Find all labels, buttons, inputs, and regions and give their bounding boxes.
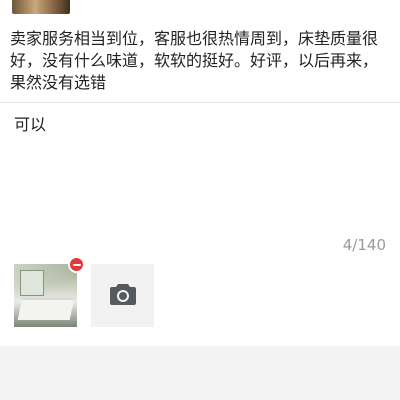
add-photo-button[interactable] — [91, 264, 154, 327]
bottom-panel — [0, 346, 400, 400]
minus-circle-icon — [72, 263, 81, 266]
reply-text-input[interactable] — [14, 114, 386, 224]
review-photo-thumbnail[interactable] — [12, 0, 70, 14]
attached-photo[interactable] — [14, 264, 77, 327]
quoted-review-text: 卖家服务相当到位，客服也很热情周到，床垫质量很好，没有什么味道，软软的挺好。好评… — [10, 29, 379, 92]
photo-bed-detail — [17, 298, 75, 320]
divider — [0, 102, 400, 103]
camera-icon — [109, 282, 137, 310]
character-counter: 4/140 — [342, 236, 386, 254]
remove-photo-button[interactable] — [68, 256, 85, 273]
photo-window-detail — [20, 270, 44, 296]
